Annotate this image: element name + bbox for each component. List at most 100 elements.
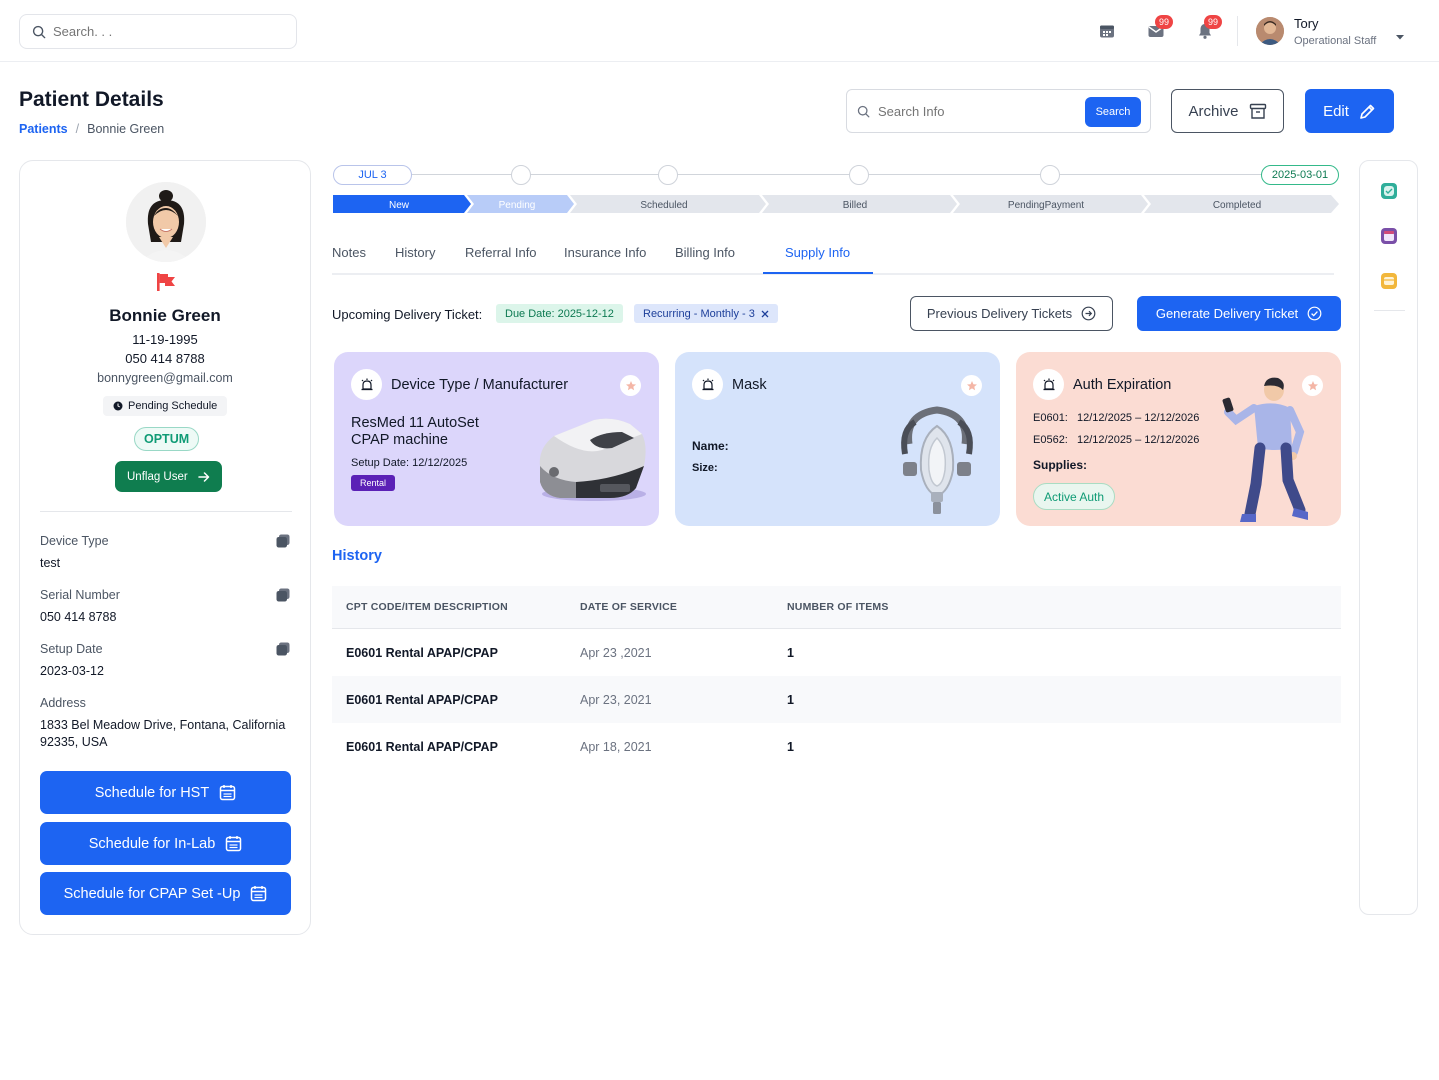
tab-history[interactable]: History bbox=[395, 245, 435, 260]
mask-card-title: Mask bbox=[732, 377, 767, 393]
info-search[interactable]: Search bbox=[846, 89, 1151, 133]
stage-label-pending: Pending bbox=[499, 200, 536, 211]
generate-delivery-ticket-button[interactable]: Generate Delivery Ticket bbox=[1137, 296, 1341, 331]
tab-notes[interactable]: Notes bbox=[332, 245, 366, 260]
column-header-date: DATE OF SERVICE bbox=[580, 601, 678, 613]
user-avatar[interactable] bbox=[1256, 17, 1284, 45]
device-card[interactable]: Device Type / Manufacturer ResMed 11 Aut… bbox=[334, 352, 659, 526]
patient-card: Bonnie Green 11-19-1995 050 414 8788 bon… bbox=[19, 160, 311, 935]
chat-icon[interactable] bbox=[1380, 182, 1398, 200]
unflag-user-label: Unflag User bbox=[127, 470, 188, 483]
timeline-node bbox=[849, 165, 869, 185]
edit-button[interactable]: Edit bbox=[1305, 89, 1394, 133]
schedule-cpap-setup-label: Schedule for CPAP Set -Up bbox=[63, 885, 241, 902]
schedule-hst-button[interactable]: Schedule for HST bbox=[40, 771, 291, 814]
patient-name: Bonnie Green bbox=[109, 306, 221, 325]
table-row[interactable]: E0601 Rental APAP/CPAP Apr 23 ,2021 1 bbox=[332, 629, 1341, 676]
star-icon[interactable] bbox=[961, 375, 982, 396]
alarm-icon bbox=[1033, 369, 1064, 400]
schedule-cpap-setup-button[interactable]: Schedule for CPAP Set -Up bbox=[40, 872, 291, 915]
timeline-node bbox=[658, 165, 678, 185]
row-count: 1 bbox=[787, 692, 794, 707]
row-item: E0601 Rental APAP/CPAP bbox=[346, 692, 498, 707]
flag-icon[interactable] bbox=[155, 272, 177, 297]
close-icon[interactable] bbox=[761, 310, 769, 318]
auth-card-title: Auth Expiration bbox=[1073, 377, 1172, 393]
divider bbox=[1237, 16, 1238, 46]
edit-button-label: Edit bbox=[1323, 102, 1349, 120]
tab-billing-info[interactable]: Billing Info bbox=[675, 245, 735, 260]
notification-badge: 99 bbox=[1204, 15, 1223, 29]
folder-icon[interactable] bbox=[1380, 272, 1398, 290]
column-header-count: NUMBER OF ITEMS bbox=[787, 601, 889, 613]
info-search-button[interactable]: Search bbox=[1085, 97, 1141, 127]
mail-button[interactable]: 99 bbox=[1145, 15, 1174, 42]
tab-referral-info[interactable]: Referral Info bbox=[465, 245, 537, 260]
previous-delivery-tickets-label: Previous Delivery Tickets bbox=[926, 306, 1073, 321]
copy-icon[interactable] bbox=[275, 533, 291, 549]
auth-code-1: E0601: bbox=[1033, 412, 1068, 424]
row-count: 1 bbox=[787, 645, 794, 660]
generate-delivery-ticket-label: Generate Delivery Ticket bbox=[1155, 306, 1299, 321]
row-date: Apr 23, 2021 bbox=[580, 692, 652, 707]
insurer-badge: OPTUM bbox=[134, 427, 200, 451]
user-name: Tory bbox=[1294, 16, 1319, 31]
calendar-button[interactable] bbox=[1096, 20, 1118, 42]
device-setup-date: Setup Date: 12/12/2025 bbox=[351, 457, 468, 469]
star-icon[interactable] bbox=[620, 375, 641, 396]
copy-icon[interactable] bbox=[275, 587, 291, 603]
table-row[interactable]: E0601 Rental APAP/CPAP Apr 18, 2021 1 bbox=[332, 723, 1341, 770]
recurring-chip-label: Recurring - Monthly - 3 bbox=[643, 307, 755, 320]
patient-phone: 050 414 8788 bbox=[125, 351, 205, 366]
stage-progress-bar: New Pending Scheduled Billed PendingPaym… bbox=[333, 195, 1339, 213]
tab-supply-info[interactable]: Supply Info bbox=[785, 245, 850, 260]
global-search-input[interactable] bbox=[53, 24, 273, 39]
patient-photo bbox=[126, 182, 206, 262]
copy-icon[interactable] bbox=[275, 641, 291, 657]
timeline-node bbox=[511, 165, 531, 185]
tab-insurance-info[interactable]: Insurance Info bbox=[564, 245, 646, 260]
patient-dob: 11-19-1995 bbox=[132, 332, 198, 347]
history-table: CPT CODE/ITEM DESCRIPTION DATE OF SERVIC… bbox=[332, 586, 1341, 770]
arrow-right-icon bbox=[197, 471, 209, 482]
user-avatar-image bbox=[1256, 17, 1284, 45]
calendar-icon[interactable] bbox=[1380, 227, 1398, 245]
archive-icon bbox=[1249, 103, 1266, 119]
auth-code-2: E0562: bbox=[1033, 434, 1068, 446]
stage-label-billed: Billed bbox=[843, 200, 867, 211]
upcoming-delivery-label: Upcoming Delivery Ticket: bbox=[332, 307, 483, 322]
active-auth-chip: Active Auth bbox=[1033, 483, 1116, 510]
device-type-label: Device Type bbox=[40, 534, 109, 548]
patient-email: bonnygreen@gmail.com bbox=[97, 371, 233, 385]
previous-delivery-tickets-button[interactable]: Previous Delivery Tickets bbox=[910, 296, 1113, 331]
stage-label-new: New bbox=[389, 200, 410, 211]
breadcrumb: Patients / Bonnie Green bbox=[19, 122, 164, 136]
timeline-start: JUL 3 bbox=[333, 165, 412, 185]
alarm-icon bbox=[692, 369, 723, 400]
global-search[interactable] bbox=[19, 14, 297, 49]
row-count: 1 bbox=[787, 739, 794, 754]
archive-button[interactable]: Archive bbox=[1171, 89, 1284, 133]
schedule-in-lab-button[interactable]: Schedule for In-Lab bbox=[40, 822, 291, 865]
info-search-input[interactable] bbox=[878, 103, 1078, 119]
calendar-icon bbox=[1100, 25, 1114, 38]
row-date: Apr 23 ,2021 bbox=[580, 645, 652, 660]
timeline-end: 2025-03-01 bbox=[1261, 165, 1339, 185]
timeline-node bbox=[1040, 165, 1060, 185]
device-card-title: Device Type / Manufacturer bbox=[391, 377, 569, 393]
breadcrumb-current: Bonnie Green bbox=[87, 122, 165, 136]
breadcrumb-patients-link[interactable]: Patients bbox=[19, 122, 68, 136]
mask-size-label: Size: bbox=[692, 462, 718, 474]
notifications-button[interactable]: 99 bbox=[1194, 15, 1223, 42]
archive-button-label: Archive bbox=[1188, 102, 1239, 120]
table-row[interactable]: E0601 Rental APAP/CPAP Apr 23, 2021 1 bbox=[332, 676, 1341, 723]
mask-card[interactable]: Mask Name: Size: bbox=[675, 352, 1000, 526]
auth-card[interactable]: Auth Expiration E0601: 12/12/2025 – 12/1… bbox=[1016, 352, 1341, 526]
detail-tabs: Notes History Referral Info Insurance In… bbox=[332, 235, 1334, 275]
cpap-machine-image bbox=[539, 418, 646, 501]
pencil-icon bbox=[1360, 104, 1375, 119]
column-header-item: CPT CODE/ITEM DESCRIPTION bbox=[346, 601, 508, 613]
schedule-hst-label: Schedule for HST bbox=[94, 784, 210, 801]
user-menu-toggle[interactable] bbox=[1395, 28, 1405, 46]
unflag-user-button[interactable]: Unflag User bbox=[115, 461, 222, 492]
